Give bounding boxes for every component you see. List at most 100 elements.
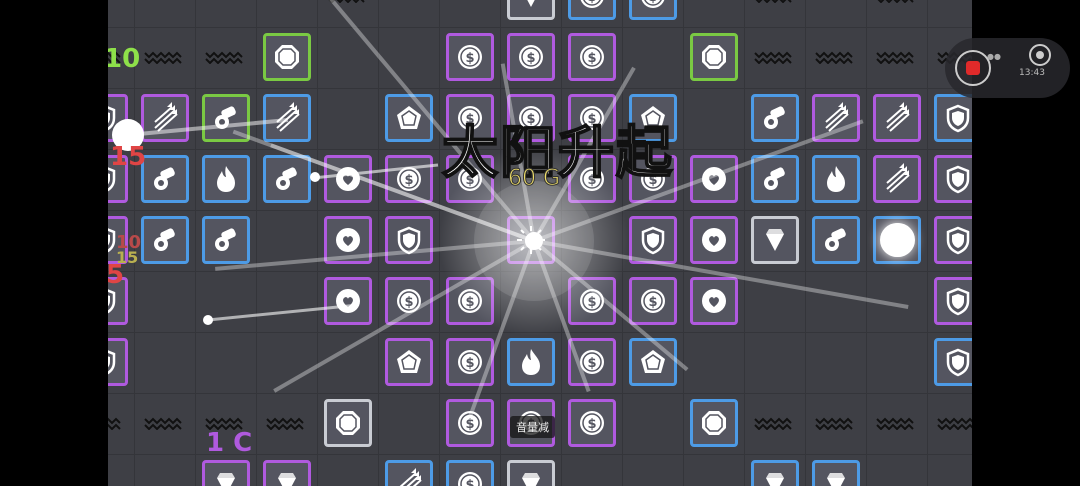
- wave-icon: [328, 0, 365, 3]
- fire-icon: [522, 349, 540, 375]
- gem-icon: [766, 473, 784, 486]
- board-tile-coin[interactable]: $: [385, 155, 433, 203]
- board-tile-octagon[interactable]: [263, 33, 311, 81]
- board-tile-coin[interactable]: $: [568, 277, 616, 325]
- board-tile-coin[interactable]: $: [446, 277, 494, 325]
- board-tile-coin[interactable]: $: [629, 277, 677, 325]
- board-tile-gem[interactable]: [751, 460, 799, 486]
- coin-icon: $: [458, 411, 482, 435]
- board-tile-arrows[interactable]: [141, 94, 189, 142]
- screen-recorder-widget[interactable]: ●● 13:43: [945, 38, 1070, 98]
- coin-icon: $: [580, 0, 604, 8]
- svg-text:$: $: [587, 417, 596, 432]
- board-tile-gem[interactable]: [202, 460, 250, 486]
- board-tile-fire[interactable]: [812, 155, 860, 203]
- board-tile-octagon[interactable]: [324, 399, 372, 447]
- fire-icon: [217, 166, 235, 192]
- counter-top: 10: [108, 44, 141, 74]
- svg-text:$: $: [404, 173, 413, 188]
- board-tile-coin[interactable]: $: [446, 460, 494, 486]
- board-tile-gem[interactable]: [507, 460, 555, 486]
- board-tile-fire[interactable]: [507, 338, 555, 386]
- board-tile-shield[interactable]: [108, 94, 128, 142]
- board-tile-pentagon[interactable]: [385, 94, 433, 142]
- coin-icon: $: [458, 350, 482, 374]
- board-tile-cannon[interactable]: [751, 155, 799, 203]
- board-tile-heart[interactable]: [324, 155, 372, 203]
- board-tile-coin[interactable]: $: [568, 338, 616, 386]
- octagon-icon: [336, 411, 360, 435]
- board-tile-gem[interactable]: [812, 460, 860, 486]
- board-tile-arrows[interactable]: [873, 94, 921, 142]
- volume-toast: 音量减: [510, 416, 555, 438]
- svg-text:$: $: [587, 0, 596, 5]
- board-tile-coin[interactable]: $: [568, 399, 616, 447]
- board-tile-octagon[interactable]: [690, 399, 738, 447]
- gem-icon: [278, 473, 296, 486]
- board-tile-coin[interactable]: $: [446, 338, 494, 386]
- board-tile-cannon[interactable]: [141, 216, 189, 264]
- heart-icon: [702, 289, 726, 313]
- board-tile-arrows[interactable]: [812, 94, 860, 142]
- board-tile-shield[interactable]: [934, 94, 972, 142]
- svg-text:$: $: [587, 356, 596, 371]
- board-tile-heart[interactable]: [690, 155, 738, 203]
- shield-icon: [108, 350, 116, 375]
- arrows-icon: [886, 163, 910, 193]
- arrows-icon: [825, 102, 849, 132]
- game-board[interactable]: $$$$$$$$$$$$$$$$$$$$$$ 10 15 10 15 5 太阳升…: [108, 0, 972, 486]
- octagon-icon: [702, 45, 726, 69]
- board-tile-shield[interactable]: [934, 216, 972, 264]
- record-button[interactable]: [955, 50, 991, 86]
- board-tile-gem[interactable]: [507, 0, 555, 20]
- board-tile-heart[interactable]: [324, 216, 372, 264]
- board-tile-none[interactable]: [873, 216, 921, 264]
- board-tile-shield[interactable]: [385, 216, 433, 264]
- board-tile-shield[interactable]: [934, 277, 972, 325]
- board-tile-pentagon[interactable]: [629, 338, 677, 386]
- coin-icon: $: [519, 45, 543, 69]
- board-tile-cannon[interactable]: [812, 216, 860, 264]
- board-tile-coin[interactable]: $: [446, 33, 494, 81]
- pentagon-icon: [397, 350, 421, 373]
- pentagon-icon: [397, 106, 421, 129]
- board-tile-arrows[interactable]: [385, 460, 433, 486]
- board-tile-coin[interactable]: $: [446, 399, 494, 447]
- board-tile-heart[interactable]: [324, 277, 372, 325]
- board-tile-gem[interactable]: [263, 460, 311, 486]
- heart-icon: [702, 167, 726, 191]
- board-tile-gem[interactable]: [751, 216, 799, 264]
- shield-icon: [946, 165, 970, 194]
- board-tile-arrows[interactable]: [263, 94, 311, 142]
- wave-icon: [205, 51, 243, 64]
- svg-text:$: $: [648, 0, 657, 5]
- board-tile-sun[interactable]: [507, 216, 555, 264]
- camera-icon[interactable]: [1029, 44, 1051, 66]
- board-tile-cannon[interactable]: [202, 94, 250, 142]
- board-tile-shield[interactable]: [934, 155, 972, 203]
- board-tile-cannon[interactable]: [751, 94, 799, 142]
- board-tile-cannon[interactable]: [141, 155, 189, 203]
- board-tile-cannon[interactable]: [263, 155, 311, 203]
- board-tile-coin[interactable]: $: [629, 0, 677, 20]
- board-tile-heart[interactable]: [690, 216, 738, 264]
- board-tile-pentagon[interactable]: [385, 338, 433, 386]
- board-tile-coin[interactable]: $: [568, 33, 616, 81]
- board-tile-shield[interactable]: [108, 338, 128, 386]
- board-tile-coin[interactable]: $: [507, 33, 555, 81]
- shield-icon: [397, 226, 421, 255]
- coin-icon: $: [580, 45, 604, 69]
- board-tile-fire[interactable]: [202, 155, 250, 203]
- wave-icon: [144, 417, 182, 430]
- board-tile-shield[interactable]: [629, 216, 677, 264]
- board-tile-octagon[interactable]: [690, 33, 738, 81]
- board-tile-coin[interactable]: $: [568, 0, 616, 20]
- wave-icon: [937, 417, 972, 430]
- board-tile-shield[interactable]: [934, 338, 972, 386]
- board-tile-cannon[interactable]: [202, 216, 250, 264]
- board-tile-arrows[interactable]: [873, 155, 921, 203]
- coin-icon: $: [580, 411, 604, 435]
- heart-icon: [336, 167, 360, 191]
- board-tile-coin[interactable]: $: [385, 277, 433, 325]
- board-tile-heart[interactable]: [690, 277, 738, 325]
